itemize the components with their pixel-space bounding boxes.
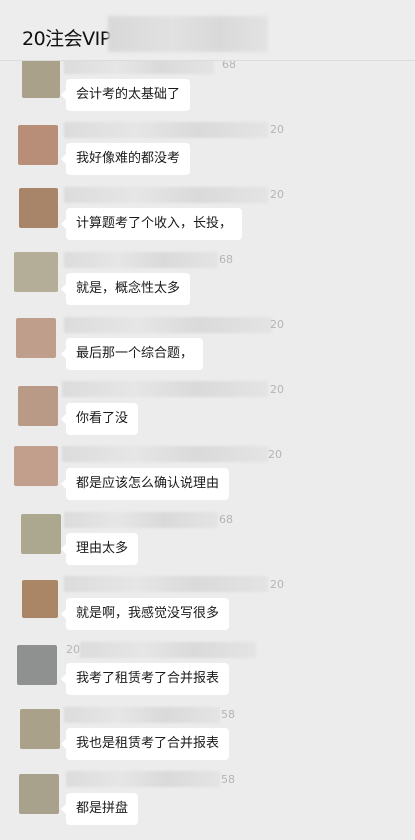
- sender-name: [64, 512, 218, 528]
- chat-message-list[interactable]: 68 会计考的太基础了 20 我好像难的都没考 20 计算题考了个收入，长投， …: [0, 0, 415, 840]
- avatar[interactable]: [19, 188, 58, 228]
- sender-name: [80, 642, 256, 658]
- sender-name: [64, 252, 218, 268]
- sender-name-prefix: 20: [66, 643, 80, 656]
- message-bubble[interactable]: 我好像难的都没考: [60, 143, 191, 175]
- avatar[interactable]: [22, 58, 60, 98]
- sender-name-suffix: 20: [270, 578, 284, 591]
- sender-name: [64, 122, 268, 138]
- sender-name-suffix: 20: [270, 123, 284, 136]
- sender-name: [64, 187, 268, 203]
- sender-name-suffix: 58: [221, 773, 235, 786]
- message-bubble[interactable]: 最后那一个综合题，: [60, 338, 204, 370]
- message-bubble[interactable]: 就是啊，我感觉没写很多: [60, 598, 230, 630]
- sender-name: [64, 317, 272, 333]
- avatar[interactable]: [22, 580, 58, 618]
- chat-title[interactable]: 20注会VIP: [22, 24, 111, 51]
- message-bubble[interactable]: 就是，概念性太多: [60, 273, 191, 305]
- sender-name-suffix: 20: [270, 318, 284, 331]
- sender-name-suffix: 68: [219, 253, 233, 266]
- sender-name-suffix: 20: [268, 448, 282, 461]
- avatar[interactable]: [14, 252, 58, 292]
- message-bubble[interactable]: 你看了没: [60, 403, 139, 435]
- message-bubble[interactable]: 计算题考了个收入，长投，: [60, 208, 243, 240]
- sender-name-suffix: 58: [221, 708, 235, 721]
- sender-name-suffix: 20: [270, 188, 284, 201]
- sender-name: [62, 446, 268, 462]
- message-bubble[interactable]: 都是拼盘: [60, 793, 139, 825]
- avatar[interactable]: [14, 446, 58, 486]
- sender-name: [62, 381, 268, 397]
- avatar[interactable]: [19, 774, 59, 814]
- sender-name-suffix: 68: [219, 513, 233, 526]
- message-bubble[interactable]: 理由太多: [60, 533, 139, 565]
- avatar[interactable]: [17, 645, 57, 685]
- sender-name: [66, 771, 220, 787]
- chat-title-redacted: [108, 16, 268, 52]
- sender-name: [64, 576, 268, 592]
- avatar[interactable]: [21, 514, 61, 554]
- avatar[interactable]: [18, 386, 58, 426]
- message-bubble[interactable]: 会计考的太基础了: [60, 79, 191, 111]
- avatar[interactable]: [20, 709, 60, 749]
- avatar[interactable]: [16, 318, 56, 358]
- sender-name-suffix: 20: [270, 383, 284, 396]
- avatar[interactable]: [18, 125, 58, 165]
- message-bubble[interactable]: 我考了租赁考了合并报表: [60, 663, 230, 695]
- sender-name: [64, 707, 220, 723]
- message-bubble[interactable]: 我也是租赁考了合并报表: [60, 728, 230, 760]
- chat-header: 20注会VIP: [0, 0, 415, 61]
- message-bubble[interactable]: 都是应该怎么确认说理由: [60, 468, 230, 500]
